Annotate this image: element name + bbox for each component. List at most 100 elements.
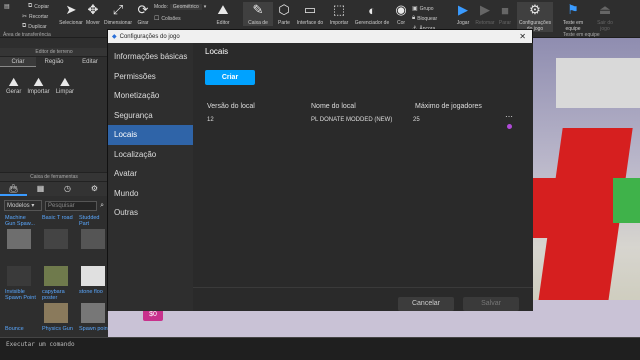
paste-button[interactable]: ▤ (4, 3, 10, 10)
toolbox-item[interactable] (38, 252, 74, 288)
color-label: Cor (396, 20, 406, 26)
lock-label: Bloquear (417, 15, 438, 22)
toolbox-item-label: Physics Gun (42, 326, 73, 332)
nav-item[interactable]: Informações básicas (108, 47, 193, 67)
lock-button[interactable]: 🔒︎ Bloquear (412, 15, 437, 22)
toolbox-title: Caixa de ferramentas (0, 173, 108, 182)
more-options-icon[interactable]: ⋯ (505, 113, 513, 121)
group-label: Grupo (419, 5, 434, 12)
terrain-editor-title: Editor de terreno (0, 48, 108, 57)
toolbox-item[interactable]: stone floo (75, 289, 111, 325)
mode-label: Modo: (154, 4, 168, 10)
toolbox-item[interactable]: capybara poster (38, 289, 74, 325)
tab-creations[interactable]: ⚙ (81, 182, 108, 196)
stop-icon: ■ (501, 2, 509, 18)
dialog-footer: Cancelar Salvar (193, 287, 533, 311)
nav-item[interactable]: Avatar (108, 164, 193, 184)
create-place-button[interactable]: Criar (205, 70, 255, 85)
tab-recent[interactable]: ◷ (54, 182, 81, 196)
dialog-titlebar: ◆ Configurações do jogo ✕ (108, 30, 532, 43)
cut-icon: ✂ (22, 14, 28, 20)
game-settings-button[interactable]: ⚙ Configurações do jogo (517, 2, 553, 32)
terrain-editor-button[interactable]: ⛰ Editor (208, 2, 238, 26)
generate-label: Gerar (6, 89, 22, 95)
tab-region[interactable]: Região (36, 57, 72, 67)
cancel-button[interactable]: Cancelar (398, 297, 454, 311)
toolbox-item-label: Bounce (5, 326, 24, 332)
tab-inventory[interactable]: ▦ (27, 182, 54, 196)
generate-button[interactable]: ⛰ Gerar (6, 75, 21, 95)
nav-item[interactable]: Segurança (108, 106, 193, 126)
copy-button[interactable]: ⧉ Copiar (28, 3, 49, 10)
save-button[interactable]: Salvar (463, 297, 519, 311)
tab-create[interactable]: Criar (0, 57, 36, 67)
stop-button[interactable]: ■ Parar (490, 2, 520, 27)
roblox-studio-icon: ◆ (112, 34, 117, 40)
cursor-dot (507, 124, 512, 129)
terrain-editor-label: Editor (216, 20, 230, 26)
nav-item[interactable]: Permissões (108, 67, 193, 87)
group-button[interactable]: ▣ Grupo (412, 5, 434, 13)
color-palette-icon: ◉ (395, 2, 407, 17)
nav-item[interactable]: Outras (108, 203, 193, 223)
toolbox-item[interactable]: Invisible Spawn Point (1, 289, 37, 325)
toolbox-item[interactable]: Basic T road (38, 215, 74, 251)
tab-edit[interactable]: Editar (72, 57, 108, 67)
toolbox-item[interactable]: Studded Part (75, 215, 111, 251)
place-max-players: 25 (413, 117, 420, 123)
mode-select[interactable]: Modo: Geométrico ▾ (154, 4, 206, 10)
duplicate-button[interactable]: ⧉ Duplicar (22, 23, 47, 30)
command-bar[interactable]: Executar um comando (0, 337, 640, 360)
category-select[interactable]: Modelos ▾ (4, 200, 42, 211)
material-label: Gerenciador de (354, 20, 390, 26)
toolbox-item-label: Basic T road (42, 215, 73, 221)
paste-icon: ▤ (4, 4, 10, 10)
studio-window: ▤ ⧉ Copiar ✂ Recortar ⧉ Duplicar Área de… (0, 0, 640, 360)
exit-game-button[interactable]: ⏏ Sair do jogo (590, 2, 620, 32)
nav-item[interactable]: Localização (108, 145, 193, 165)
rotate-icon: ⟳ (137, 2, 149, 17)
terrain-icon: ⛰ (217, 2, 229, 17)
nav-item[interactable]: Locais (108, 125, 193, 145)
clear-button[interactable]: ⛰ Limpar (56, 75, 74, 95)
cut-button[interactable]: ✂ Recortar (22, 13, 48, 21)
material-manager-button[interactable]: ◐ Gerenciador de (354, 2, 390, 27)
toolbox-search-row: Modelos ▾ Pesquisar ⌕ (0, 196, 108, 215)
terrain-tabs: Criar Região Editar (0, 57, 108, 67)
command-input[interactable]: Executar um comando (6, 341, 75, 348)
nav-item[interactable]: Monetização (108, 86, 193, 106)
import-button[interactable]: ⬚ Importar (324, 2, 354, 26)
toolbox-item-thumbnail (81, 229, 105, 249)
column-header-max-players: Máximo de jogadores (415, 103, 482, 110)
toolbox-item-thumbnail (7, 266, 31, 286)
toolbox-item[interactable]: Machine Gun Spaw... (1, 215, 37, 251)
place-name: PL DONATE MODDED (NEW) (311, 117, 393, 123)
toolbox-item[interactable] (75, 252, 111, 288)
import-terrain-button[interactable]: ⛰ Importar (27, 75, 49, 95)
green-block (613, 178, 640, 223)
cursor-icon: ➤ (65, 2, 77, 17)
tab-marketplace[interactable]: 👜︎ (0, 182, 27, 196)
cube-icon: ⬡ (278, 2, 290, 17)
part-label: Parte (278, 20, 290, 26)
ui-button[interactable]: ▭ Interface do (295, 2, 325, 26)
nav-item[interactable]: Mundo (108, 184, 193, 204)
team-test-button[interactable]: ⚑ Teste em equipe (558, 2, 588, 32)
toolbox-item[interactable] (1, 252, 37, 288)
collisions-toggle[interactable]: ☐ Colisões (154, 15, 181, 23)
close-icon[interactable]: ✕ (519, 32, 526, 41)
chevron-down-icon: ▾ (203, 4, 207, 10)
category-value: Modelos (7, 203, 30, 209)
red-block-2 (528, 178, 568, 238)
grid-icon: ▦ (36, 184, 45, 193)
import-icon: ⬚ (332, 2, 346, 17)
scale-icon: ⤢ (112, 2, 124, 17)
play-icon: ▶ (458, 2, 468, 17)
toolbox-item-thumbnail (44, 266, 68, 286)
material-icon: ◐ (368, 2, 376, 18)
collisions-label: Colisões (161, 15, 181, 22)
toolbox-search-input[interactable]: Pesquisar (45, 200, 98, 211)
clear-icon: ⛰ (59, 75, 70, 89)
play-label: Jogar (456, 20, 470, 26)
copy-label: Copiar (34, 3, 50, 10)
